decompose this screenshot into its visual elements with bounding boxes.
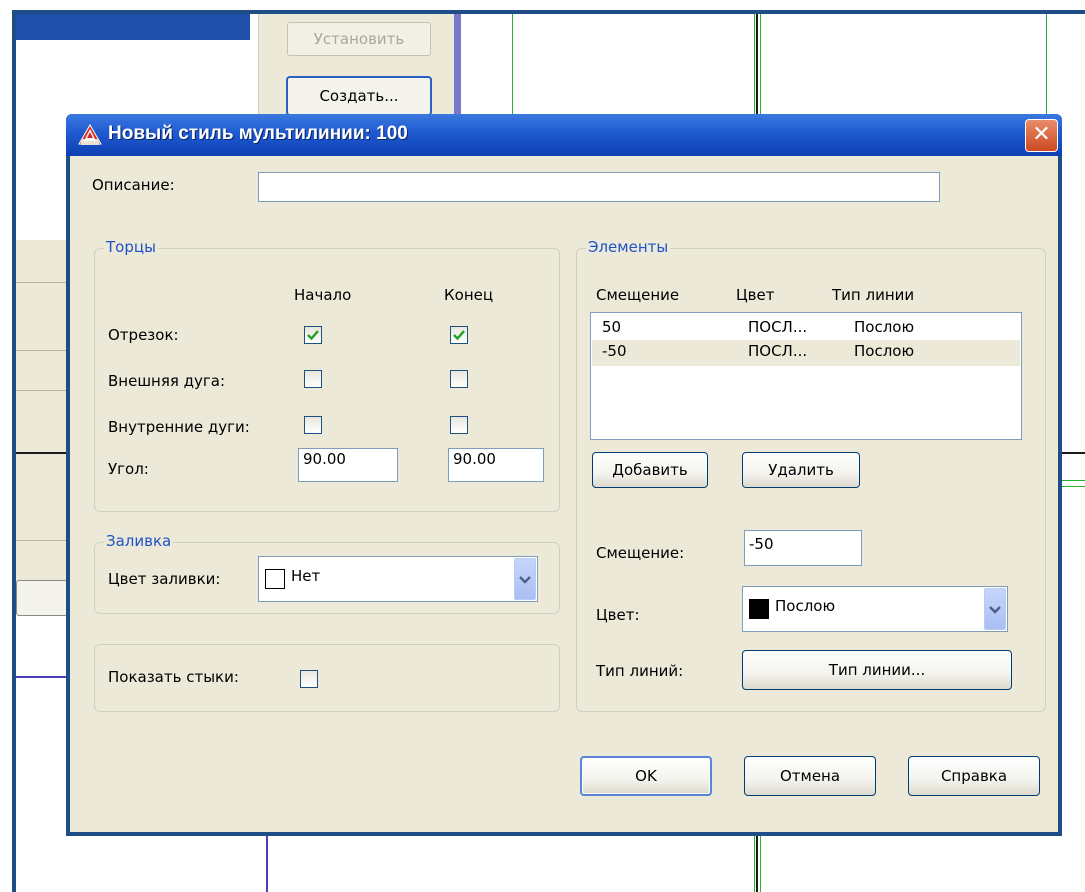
caps-inner-arcs-label: Внутренние дуги: — [108, 418, 250, 436]
background-side-button[interactable] — [16, 580, 68, 616]
linetype-label: Тип линий: — [596, 662, 684, 680]
drawing-line — [754, 14, 755, 114]
add-element-button[interactable]: Добавить — [592, 452, 708, 488]
offset-label: Смещение: — [596, 544, 685, 562]
element-offset: 50 — [602, 318, 622, 336]
element-color: ПОСЛ... — [748, 342, 808, 360]
drawing-line — [1046, 14, 1047, 114]
drawing-line — [1062, 486, 1085, 487]
color-label: Цвет: — [596, 606, 640, 624]
autocad-app-icon — [78, 124, 102, 145]
caps-inner-arcs-start-checkbox[interactable] — [304, 416, 322, 434]
caps-outer-arc-end-checkbox[interactable] — [450, 370, 468, 388]
element-linetype: Послою — [854, 318, 915, 336]
dialog-body: Описание: Торцы Начало Конец Отрезок: Вн… — [70, 156, 1058, 832]
elements-col-color: Цвет — [736, 286, 775, 304]
elements-col-offset: Смещение — [596, 286, 680, 304]
caps-start-header: Начало — [294, 286, 352, 304]
fill-color-swatch — [265, 569, 285, 589]
drawing-line — [266, 836, 268, 892]
caps-angle-start-input[interactable]: 90.00 — [298, 448, 398, 482]
help-button[interactable]: Справка — [908, 756, 1040, 796]
caps-angle-end-input[interactable]: 90.00 — [448, 448, 544, 482]
caps-line-start-checkbox[interactable] — [304, 326, 322, 344]
fill-color-combo[interactable]: Нет — [258, 556, 538, 602]
caps-line-end-checkbox[interactable] — [450, 326, 468, 344]
offset-input[interactable]: -50 — [744, 530, 862, 566]
elements-list-row[interactable]: 50 ПОСЛ... Послою — [592, 316, 1020, 342]
show-joints-checkbox[interactable] — [300, 670, 318, 688]
fill-color-value: Нет — [291, 567, 321, 585]
drawing-line — [16, 452, 66, 454]
drawing-line — [512, 14, 513, 114]
drawing-line — [756, 14, 758, 114]
caps-group-title: Торцы — [104, 238, 158, 256]
ok-button[interactable]: OK — [580, 756, 712, 796]
element-offset: -50 — [602, 342, 627, 360]
close-icon[interactable]: ✕ — [1025, 119, 1058, 152]
linetype-button[interactable]: Тип линии... — [742, 650, 1012, 690]
drawing-line — [756, 836, 758, 892]
drawing-line — [1062, 452, 1085, 454]
multiline-style-dialog: Новый стиль мультилинии: 100 ✕ Описание:… — [66, 114, 1062, 836]
caps-outer-arc-start-checkbox[interactable] — [304, 370, 322, 388]
background-side-panel — [16, 240, 66, 610]
dialog-titlebar[interactable]: Новый стиль мультилинии: 100 ✕ — [66, 114, 1062, 156]
caps-angle-label: Угол: — [108, 460, 149, 478]
drawing-line — [760, 14, 761, 114]
description-label: Описание: — [92, 176, 175, 194]
caps-inner-arcs-end-checkbox[interactable] — [450, 416, 468, 434]
elements-group-title: Элементы — [586, 238, 671, 256]
dialog-title: Новый стиль мультилинии: 100 — [108, 123, 408, 144]
set-current-button: Установить — [287, 22, 431, 56]
caps-line-label: Отрезок: — [108, 326, 179, 344]
cancel-button[interactable]: Отмена — [744, 756, 876, 796]
caps-outer-arc-label: Внешняя дуга: — [108, 372, 226, 390]
color-value: Послою — [775, 597, 836, 615]
chevron-down-icon[interactable] — [984, 588, 1006, 630]
chevron-down-icon[interactable] — [514, 558, 536, 600]
element-linetype: Послою — [854, 342, 915, 360]
elements-list[interactable]: 50 ПОСЛ... Послою -50 ПОСЛ... Послою — [590, 312, 1022, 440]
color-combo[interactable]: Послою — [742, 586, 1008, 632]
fill-group-title: Заливка — [104, 532, 174, 550]
elements-col-linetype: Тип линии — [832, 286, 915, 304]
drawing-line — [1062, 480, 1085, 481]
color-swatch — [749, 599, 769, 619]
drawing-line — [760, 836, 761, 892]
description-input[interactable] — [258, 172, 940, 202]
elements-list-row-selected[interactable]: -50 ПОСЛ... Послою — [592, 340, 1020, 366]
fill-color-label: Цвет заливки: — [108, 570, 221, 588]
caps-end-header: Конец — [444, 286, 494, 304]
show-joints-label: Показать стыки: — [108, 668, 239, 686]
background-splitter — [454, 14, 461, 124]
background-selected-row[interactable] — [16, 14, 250, 40]
create-button[interactable]: Создать... — [286, 76, 432, 116]
drawing-line — [16, 676, 66, 678]
delete-element-button[interactable]: Удалить — [742, 452, 860, 488]
drawing-line — [754, 836, 755, 892]
element-color: ПОСЛ... — [748, 318, 808, 336]
